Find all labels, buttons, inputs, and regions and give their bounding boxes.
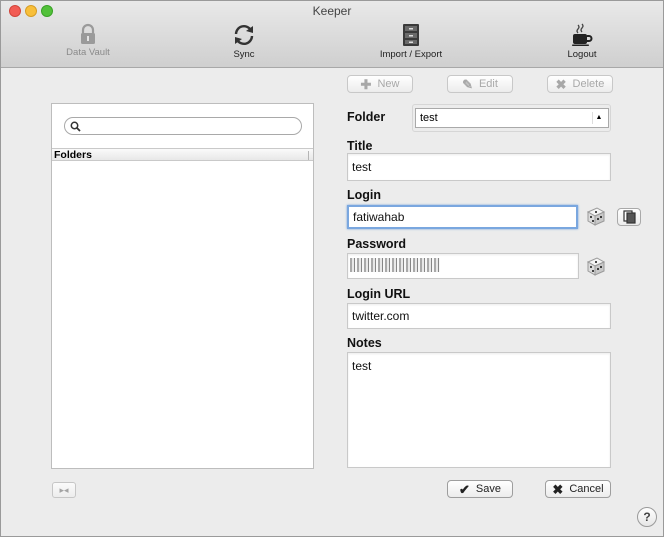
copy-icon (623, 210, 636, 224)
copy-login-button[interactable] (617, 208, 641, 226)
cancel-label: Cancel (569, 483, 604, 495)
titlebar: Keeper Data Vault Sync Import / Export L… (1, 1, 663, 68)
data-vault-label: Data Vault (66, 47, 110, 58)
sync-icon (234, 25, 254, 45)
edit-label: Edit (478, 78, 498, 90)
search-icon (70, 121, 81, 132)
sync-label: Sync (233, 49, 255, 60)
password-label: Password (347, 237, 407, 251)
save-button[interactable]: ✔ Save (447, 480, 513, 498)
edit-button[interactable]: ✎ Edit (447, 75, 513, 93)
notes-label: Notes (347, 336, 382, 350)
keeper-window: Keeper Data Vault Sync Import / Export L… (0, 0, 664, 537)
cancel-x-icon: ✖ (552, 481, 564, 497)
login-label: Login (347, 188, 382, 202)
delete-x-icon: ✖ (555, 76, 567, 92)
plus-icon: ✚ (360, 76, 372, 92)
notes-textarea[interactable]: test (347, 352, 611, 468)
import-export-label: Import / Export (379, 49, 443, 60)
pencil-icon: ✎ (462, 76, 473, 92)
lock-icon (81, 23, 95, 44)
checkmark-icon: ✔ (459, 481, 470, 497)
collapse-sidebar-button[interactable]: ▸◂ (52, 482, 76, 498)
new-label: New (377, 78, 400, 90)
dice-icon[interactable] (584, 205, 608, 227)
new-button[interactable]: ✚ New (347, 75, 413, 93)
filing-cabinet-icon (403, 24, 419, 46)
save-label: Save (475, 483, 501, 495)
folder-label: Folder (347, 110, 386, 124)
title-field[interactable]: test (347, 153, 611, 181)
import-export-button[interactable]: Import / Export (373, 23, 449, 60)
coffee-cup-icon (572, 23, 593, 46)
delete-button[interactable]: ✖ Delete (547, 75, 613, 93)
dice-icon[interactable] (584, 255, 608, 277)
login-url-field[interactable]: twitter.com (347, 303, 611, 329)
logout-label: Logout (567, 49, 597, 60)
dropdown-arrow-icon: ▲ (592, 112, 605, 124)
folders-header-label: Folders (54, 149, 92, 161)
login-url-label: Login URL (347, 287, 411, 301)
logout-button[interactable]: Logout (563, 23, 601, 60)
delete-label: Delete (572, 78, 605, 90)
folder-select[interactable]: test ▲ (415, 108, 609, 128)
window-title: Keeper (312, 4, 352, 18)
sync-button[interactable]: Sync (227, 23, 261, 60)
login-field[interactable]: fatiwahab (347, 205, 578, 229)
folders-panel: Folders (51, 103, 314, 469)
cancel-button[interactable]: ✖ Cancel (545, 480, 611, 498)
folders-column-header[interactable]: Folders (52, 148, 313, 161)
folder-select-value: test (420, 112, 438, 124)
search-input[interactable] (64, 117, 302, 135)
password-mask (350, 258, 440, 272)
data-vault-button[interactable]: Data Vault (61, 23, 115, 58)
title-label: Title (347, 139, 373, 153)
column-resize-handle[interactable] (308, 151, 309, 160)
help-button[interactable]: ? (637, 507, 657, 527)
